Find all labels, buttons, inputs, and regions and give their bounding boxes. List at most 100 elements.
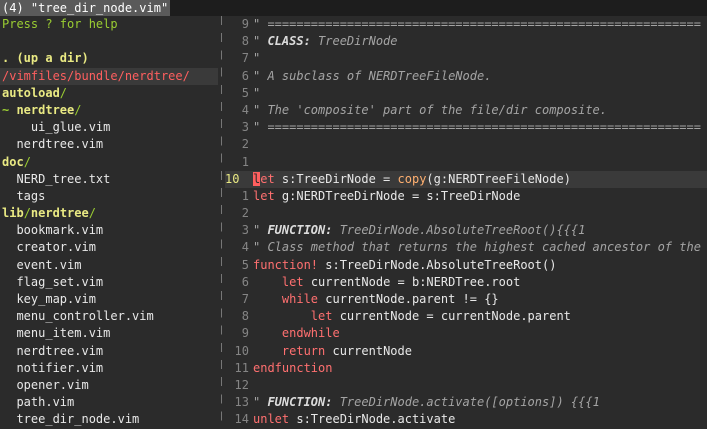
file-name: path.vim [16,395,75,410]
tree-file[interactable]: event.vim [0,257,218,274]
code-line[interactable]: 7 while currentNode.parent != {} [225,291,707,308]
line-number: 8 [241,309,249,324]
line-number: 9 [241,17,249,31]
up-a-dir[interactable]: . (up a dir) [0,50,218,67]
code-line[interactable]: 14 unlet s:TreeDirNode.activate [225,411,707,428]
code-keyword: et [260,171,275,186]
tree-dir-lib[interactable]: lib/nerdtree/ [0,205,218,222]
tree-file[interactable]: NERD_tree.txt [0,171,218,188]
tree-file[interactable]: tags [0,188,218,205]
code-text: FUNCTION: [267,223,333,238]
code-text: " ======================================… [253,17,701,31]
code-text: currentNode.parent != {} [318,292,499,306]
code-text: currentNode [325,343,412,358]
tree-file[interactable]: key_map.vim [0,291,218,308]
help-hint: Press ? for help [2,17,118,31]
dir-name: autoload [2,85,60,100]
code-text: " [253,51,261,66]
tree-file[interactable]: menu_item.vim [0,325,218,342]
code-text: " [253,34,268,49]
code-text: " A subclass of NERDTreeFileNode. [253,68,492,83]
line-number: 14 [234,412,249,427]
file-name: nerdtree.vim [16,137,104,152]
code-line[interactable]: 2 [225,136,707,153]
tab-tree-dir-node[interactable]: (4) "tree_dir_node.vim" [0,0,171,16]
vertical-split-separator[interactable] [218,16,225,429]
code-line[interactable]: 1 [225,154,707,171]
line-number: 3 [241,223,249,238]
file-name: creator.vim [16,240,96,255]
code-text: " The 'composite' part of the file/dir c… [253,102,608,117]
line-number: 7 [241,51,249,66]
file-name: NERD_tree.txt [16,171,111,186]
line-number: 4 [241,102,249,117]
code-line[interactable]: 3 " =====================================… [225,119,707,136]
tree-file[interactable]: flag_set.vim [0,274,218,291]
tree-dir-autoload[interactable]: autoload/ [0,85,218,102]
tree-file[interactable]: tree_dir_node.vim [0,411,218,428]
code-line[interactable]: 3 " FUNCTION: TreeDirNode.AbsoluteTreeRoo… [225,222,707,239]
tree-file[interactable]: menu_controller.vim [0,308,218,325]
dir-slash: / [23,206,31,221]
current-code-line[interactable]: 10 let s:TreeDirNode = copy(g:NERDTreeFil… [225,170,707,188]
expanded-marker-icon: ~ [2,102,17,117]
line-number: 3 [241,120,249,135]
dir-slash: / [74,102,82,117]
code-keyword: endwhile [281,326,340,341]
code-line[interactable]: 6 " A subclass of NERDTreeFileNode. [225,68,707,85]
line-number: 6 [241,68,249,83]
code-line[interactable]: 10 return currentNode [225,343,707,360]
line-number: 1 [241,188,249,203]
code-text: g:NERDTreeDirNode = s:TreeDirNode [274,188,521,203]
file-name: key_map.vim [16,292,96,306]
code-line[interactable]: 7 " [225,50,707,67]
code-line[interactable]: 8 " CLASS: TreeDirNode [225,33,707,50]
code-line[interactable]: 1 let g:NERDTreeDirNode = s:TreeDirNode [225,188,707,205]
file-name: nerdtree.vim [16,343,104,358]
tree-file[interactable]: notifier.vim [0,360,218,377]
code-line[interactable]: 8 let currentNode = currentNode.parent [225,308,707,325]
file-name: opener.vim [16,377,89,392]
tree-file[interactable]: creator.vim [0,239,218,256]
code-text: s:TreeDirNode.AbsoluteTreeRoot() [318,257,557,272]
blank-row [0,33,218,50]
code-line[interactable]: 9 " =====================================… [225,16,707,33]
file-name: bookmark.vim [16,223,104,238]
code-line[interactable]: 5 function! s:TreeDirNode.AbsoluteTreeRoo… [225,257,707,274]
tree-dir-doc[interactable]: doc/ [0,154,218,171]
code-line[interactable]: 2 [225,205,707,222]
code-line[interactable]: 9 endwhile [225,325,707,342]
tree-dir-nerdtree[interactable]: ~ nerdtree/ [0,102,218,119]
file-name: ui_glue.vim [30,120,111,135]
nerdtree-panel: Press ? for help . (up a dir) /vimfiles/… [0,16,218,429]
code-text: TreeDirNode [310,34,398,49]
line-number: 10 [234,343,249,358]
tree-file[interactable]: nerdtree.vim [0,136,218,153]
tree-file[interactable]: nerdtree.vim [0,343,218,360]
code-line[interactable]: 4 " Class method that returns the highest… [225,239,707,256]
file-name: notifier.vim [16,360,104,375]
file-name: flag_set.vim [16,274,104,289]
dir-slash: / [23,154,31,169]
code-line[interactable]: 13 " FUNCTION: TreeDirNode.activate([opti… [225,394,707,411]
tree-file[interactable]: opener.vim [0,377,218,394]
file-name: tags [16,188,46,203]
code-line[interactable]: 12 [225,377,707,394]
code-line[interactable]: 6 let currentNode = b:NERDTree.root [225,274,707,291]
line-number: 6 [241,274,249,289]
code-function: copy [397,171,427,186]
tree-file[interactable]: bookmark.vim [0,222,218,239]
code-text: TreeDirNode.activate([options]) {{{1 [332,395,600,410]
line-number: 1 [241,154,249,169]
current-root-dir[interactable]: /vimfiles/bundle/nerdtree/ [0,67,218,85]
code-line[interactable]: 4 " The 'composite' part of the file/dir … [225,102,707,119]
code-text: (g:NERDTreeFileNode) [426,171,571,186]
code-text: TreeDirNode.AbsoluteTreeRoot(){{{1 [332,223,586,238]
code-keyword: unlet [253,412,290,427]
tree-file[interactable]: ui_glue.vim [0,119,218,136]
code-line[interactable]: 5 " [225,85,707,102]
editor-buffer[interactable]: 9 " =====================================… [225,16,707,429]
code-line[interactable]: 11 endfunction [225,360,707,377]
tree-file[interactable]: path.vim [0,394,218,411]
code-text: " ======================================… [253,120,701,135]
